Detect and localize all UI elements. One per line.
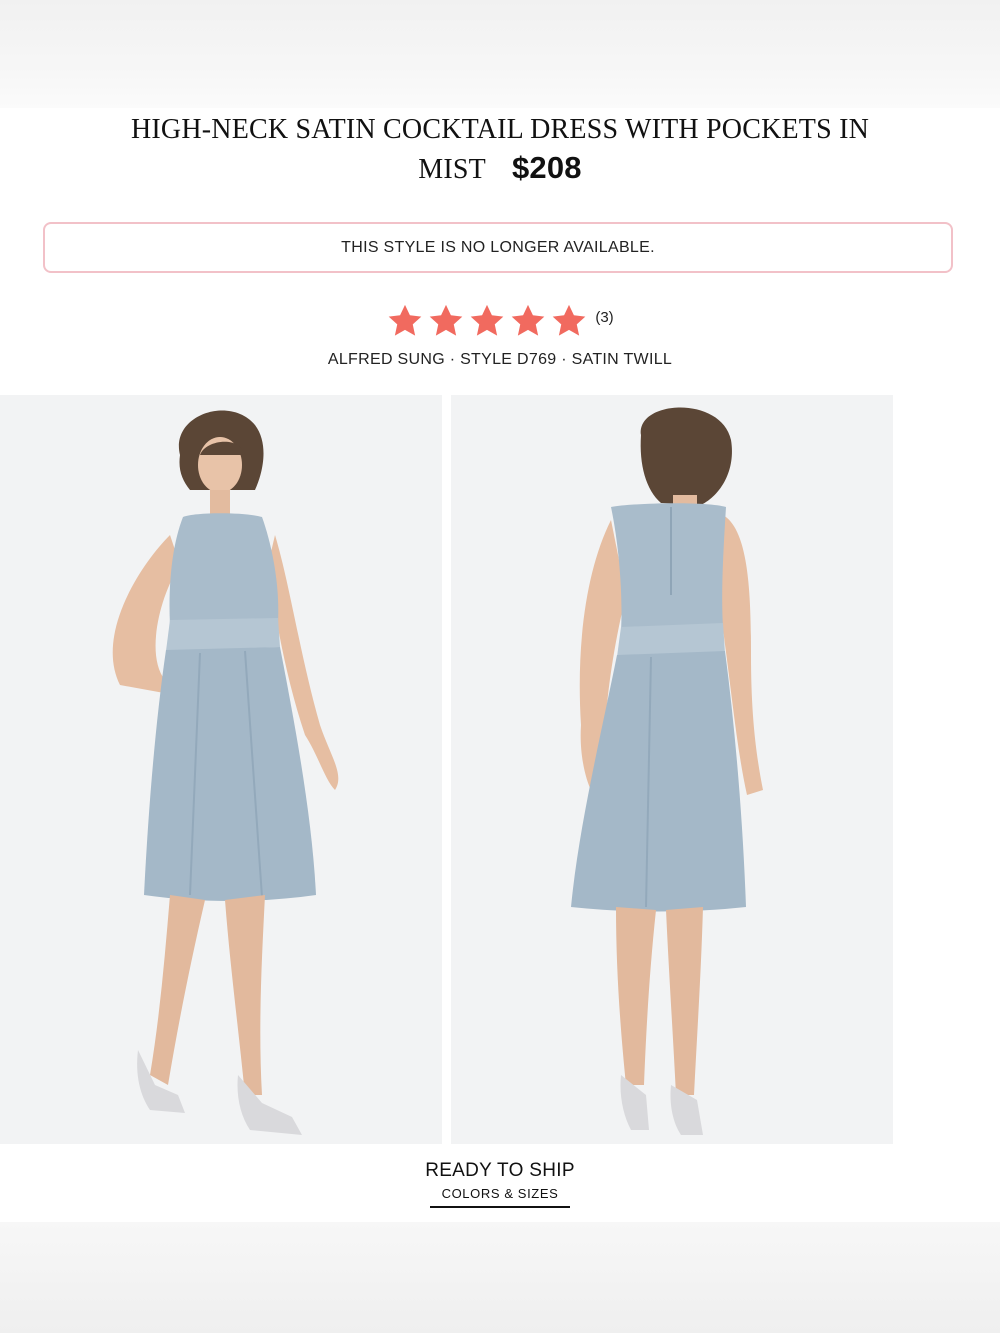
colors-sizes-link[interactable]: COLORS & SIZES — [430, 1186, 570, 1208]
product-price: $208 — [511, 150, 582, 185]
product-meta: ALFRED SUNG · STYLE D769 · SATIN TWILL — [327, 351, 673, 368]
bottom-band — [0, 1222, 1000, 1333]
product-image-front[interactable] — [0, 395, 442, 1144]
dress-back-illustration — [451, 395, 893, 1144]
top-band — [0, 0, 1000, 108]
product-title: HIGH-NECK SATIN COCKTAIL DRESS WITH POCK… — [60, 111, 940, 189]
star-rating[interactable] — [386, 302, 588, 340]
unavailable-notice-text: THIS STYLE IS NO LONGER AVAILABLE. — [341, 238, 655, 256]
star-icon — [471, 304, 504, 336]
dress-front-illustration — [0, 395, 442, 1144]
ready-to-ship-title: READY TO SHIP — [425, 1160, 575, 1181]
ready-to-ship-block[interactable]: READY TO SHIP COLORS & SIZES — [0, 1160, 1000, 1208]
unavailable-notice: THIS STYLE IS NO LONGER AVAILABLE. — [43, 222, 953, 273]
star-icon — [512, 304, 545, 336]
star-icon — [389, 304, 422, 336]
review-count[interactable]: (3) — [595, 309, 613, 326]
rating-row[interactable]: (3) — [0, 301, 1000, 341]
star-icon — [430, 304, 463, 336]
product-title-text: HIGH-NECK SATIN COCKTAIL DRESS WITH POCK… — [130, 114, 870, 185]
star-icon — [553, 304, 586, 336]
product-image-back[interactable] — [451, 395, 893, 1144]
